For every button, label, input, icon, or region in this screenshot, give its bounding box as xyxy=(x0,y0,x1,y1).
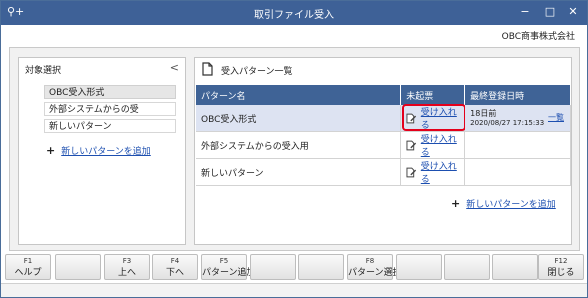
add-pattern-label-right[interactable]: 新しいパターンを追加 xyxy=(466,200,556,210)
last-registered-cell: 18日前 2020/08/27 17:15:33 一覧 xyxy=(464,105,571,132)
table-row[interactable]: 新しいパターン 受け入れる xyxy=(196,158,571,186)
pattern-list: OBC受入形式 外部システムからの受 新しいパターン xyxy=(44,85,176,136)
f2-button[interactable] xyxy=(55,254,101,280)
collapse-panel-icon[interactable]: < xyxy=(170,61,179,74)
pattern-list-panel: 受入パターン一覧 パターン名 未起票 最終登録日時 OBC受入形式 受け入れる … xyxy=(194,57,572,245)
document-icon xyxy=(202,62,213,76)
plus-icon: + xyxy=(46,144,56,157)
maximize-icon[interactable]: □ xyxy=(541,4,559,20)
pattern-table: パターン名 未起票 最終登録日時 OBC受入形式 受け入れる 18日前 2020… xyxy=(196,85,571,186)
pattern-item-new[interactable]: 新しいパターン xyxy=(44,119,176,133)
table-row[interactable]: OBC受入形式 受け入れる 18日前 2020/08/27 17:15:33 一… xyxy=(196,104,571,132)
last-registered-cell xyxy=(464,131,571,159)
status-bar xyxy=(1,283,587,297)
function-key-bar: F1 ヘルプ F3 上へ F4 下へ F5 パターン追加 F8 パターン選択 F12 閉じる xyxy=(5,254,585,280)
pattern-item-external[interactable]: 外部システムからの受 xyxy=(44,102,176,116)
content-area: 対象選択 < OBC受入形式 外部システムからの受 新しいパターン + 新しいパタ… xyxy=(9,47,580,251)
f6-button[interactable] xyxy=(250,254,296,280)
add-pattern-link-left[interactable]: + 新しいパターンを追加 xyxy=(46,144,151,157)
f1-help-button[interactable]: F1 ヘルプ xyxy=(5,254,51,280)
minimize-icon[interactable]: − xyxy=(516,4,534,20)
view-list-link[interactable]: 一覧 xyxy=(548,112,564,123)
plus-icon: + xyxy=(451,197,461,210)
table-header-row: パターン名 未起票 最終登録日時 xyxy=(196,85,571,105)
f4-down-button[interactable]: F4 下へ xyxy=(152,254,198,280)
add-pattern-link-right[interactable]: + 新しいパターンを追加 xyxy=(451,197,556,210)
pattern-list-header: 受入パターン一覧 xyxy=(195,58,571,80)
window-title: 取引ファイル受入 xyxy=(254,10,334,21)
close-icon[interactable]: ✕ xyxy=(564,4,582,20)
import-cell: 受け入れる xyxy=(400,104,467,132)
f7-button[interactable] xyxy=(298,254,344,280)
pattern-name-cell: OBC受入形式 xyxy=(196,105,402,132)
column-header-last-registered[interactable]: 最終登録日時 xyxy=(464,85,571,105)
target-selection-header: 対象選択 < xyxy=(19,58,185,77)
title-bar: ⚲+ 取引ファイル受入 − □ ✕ xyxy=(1,1,587,25)
edit-document-icon xyxy=(406,167,417,177)
import-button-label[interactable]: 受け入れる xyxy=(421,132,464,158)
import-cell: 受け入れる xyxy=(400,131,466,159)
pattern-name-cell: 新しいパターン xyxy=(196,158,402,186)
import-button[interactable]: 受け入れる xyxy=(406,132,464,158)
target-selection-panel: 対象選択 < OBC受入形式 外部システムからの受 新しいパターン + 新しいパタ… xyxy=(18,57,186,245)
edit-document-icon xyxy=(406,140,417,150)
pattern-name-cell: 外部システムからの受入用 xyxy=(196,131,402,159)
relative-date: 18日前 xyxy=(470,109,497,118)
highlight-frame xyxy=(402,104,467,131)
f9-button[interactable] xyxy=(396,254,442,280)
f10-button[interactable] xyxy=(444,254,490,280)
timestamp: 2020/08/27 17:15:33 xyxy=(470,119,545,127)
column-header-unposted[interactable]: 未起票 xyxy=(400,85,466,105)
f5-add-pattern-button[interactable]: F5 パターン追加 xyxy=(201,254,256,280)
column-header-pattern-name[interactable]: パターン名 xyxy=(196,85,402,105)
pattern-list-title: 受入パターン一覧 xyxy=(221,67,293,77)
table-row[interactable]: 外部システムからの受入用 受け入れる xyxy=(196,131,571,159)
f11-button[interactable] xyxy=(492,254,538,280)
import-button[interactable]: 受け入れる xyxy=(406,159,464,185)
f3-up-button[interactable]: F3 上へ xyxy=(104,254,150,280)
add-pattern-label-left[interactable]: 新しいパターンを追加 xyxy=(61,147,151,157)
app-window: ⚲+ 取引ファイル受入 − □ ✕ OBC商事株式会社 対象選択 < OBC受入… xyxy=(0,0,588,298)
f12-close-button[interactable]: F12 閉じる xyxy=(538,254,584,280)
company-name: OBC商事株式会社 xyxy=(501,32,575,42)
target-selection-title: 対象選択 xyxy=(25,66,62,76)
import-button-label[interactable]: 受け入れる xyxy=(421,159,464,185)
pattern-item-obc[interactable]: OBC受入形式 xyxy=(44,85,176,99)
f8-select-pattern-button[interactable]: F8 パターン選択 xyxy=(347,254,402,280)
last-registered-cell xyxy=(464,158,571,186)
import-cell: 受け入れる xyxy=(400,158,466,186)
